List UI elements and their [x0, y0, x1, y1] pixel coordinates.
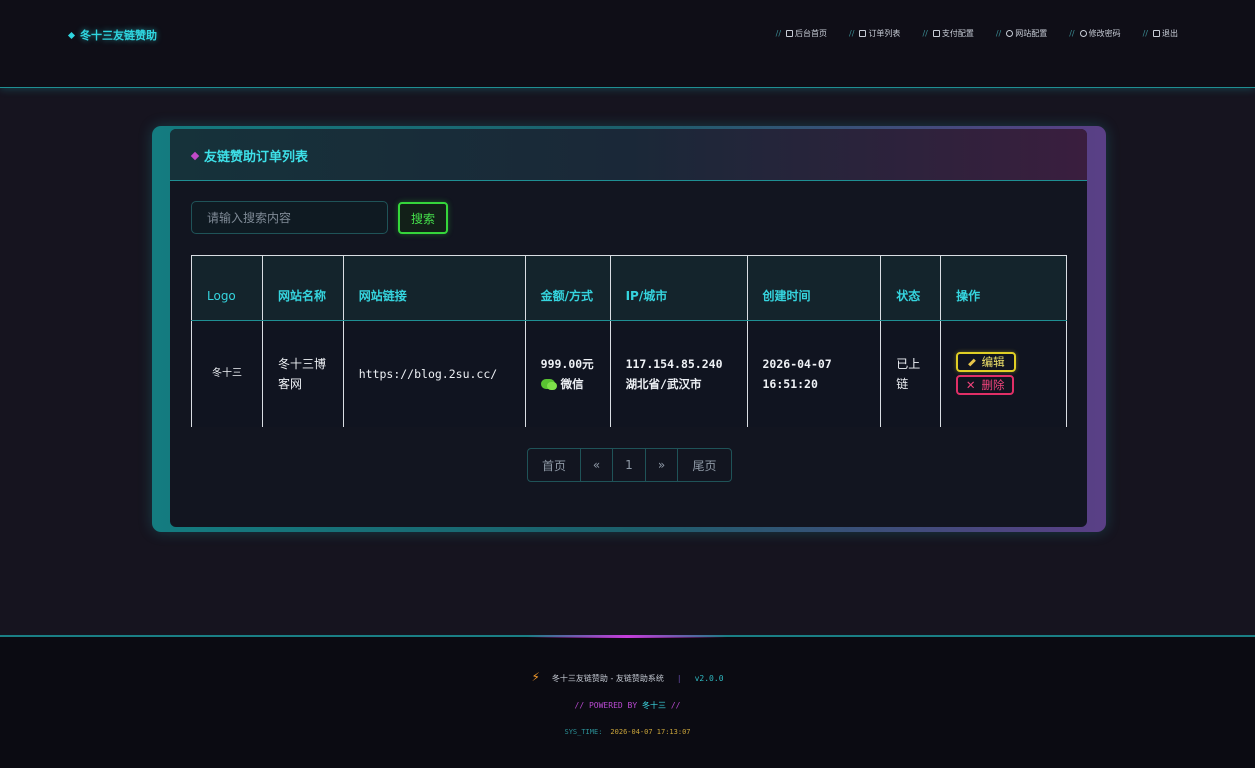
- col-ip-city[interactable]: IP/城市: [609, 255, 748, 321]
- nav-item-payment[interactable]: // 支付配置: [922, 28, 973, 39]
- edit-button[interactable]: 编辑: [956, 352, 1017, 373]
- card-icon: [932, 30, 940, 37]
- card-header: 友链赞助订单列表: [170, 129, 1087, 181]
- col-created[interactable]: 创建时间: [746, 255, 882, 321]
- orders-table: Logo 网站名称 网站链接 金额/方式 IP/城市 创建时间 状态 操作 冬十…: [191, 255, 1067, 427]
- sys-time: SYS_TIME: 2026-04-07 17:13:07: [564, 728, 691, 736]
- nav-item-home[interactable]: // 后台首页: [776, 28, 827, 39]
- search-button[interactable]: 搜索: [398, 202, 448, 234]
- nav-item-logout[interactable]: // 退出: [1143, 28, 1178, 39]
- pagination: 首页 « 1 » 尾页: [527, 448, 732, 482]
- page-current[interactable]: 1: [613, 449, 646, 481]
- main-nav: // 后台首页 // 订单列表 // 支付配置 // 网站配置 // 修改密码 …: [776, 28, 1178, 39]
- table-row: 冬十三 冬十三博客网 https://blog.2su.cc/ 999.00元 …: [191, 320, 1067, 427]
- col-actions: 操作: [940, 255, 1067, 321]
- search-input[interactable]: [191, 201, 388, 234]
- list-icon: [859, 30, 867, 37]
- amount-cell: 999.00元 微信: [524, 320, 611, 427]
- footer-glow: [527, 635, 727, 638]
- diamond-icon: [67, 31, 76, 39]
- author-link[interactable]: 冬十三: [642, 701, 666, 710]
- col-amount[interactable]: 金额/方式: [524, 255, 611, 321]
- ip-city-cell: 117.154.85.240 湖北省/武汉市: [609, 320, 748, 427]
- diamond-icon: [190, 151, 200, 160]
- site-link[interactable]: https://blog.2su.cc/: [342, 320, 526, 427]
- site-logo[interactable]: 冬十三: [191, 320, 263, 427]
- home-icon: [786, 30, 794, 37]
- orders-card: 友链赞助订单列表 搜索 Logo 网站名称 网站链接 金额/方式 IP/城市 创…: [170, 129, 1087, 527]
- site-name: 冬十三博客网: [261, 320, 344, 427]
- status-badge: 已上链: [880, 320, 942, 427]
- logout-icon: [1153, 30, 1160, 37]
- table-header-row: Logo 网站名称 网站链接 金额/方式 IP/城市 创建时间 状态 操作: [191, 255, 1067, 321]
- col-logo[interactable]: Logo: [191, 255, 263, 321]
- version: v2.0.0: [694, 674, 724, 683]
- delete-button[interactable]: ✕ 删除: [956, 375, 1015, 396]
- created-cell: 2026-04-07 16:51:20: [746, 320, 882, 427]
- nav-item-password[interactable]: // 修改密码: [1069, 28, 1120, 39]
- powered-by: // POWERED BY 冬十三 //: [574, 701, 681, 710]
- bolt-icon: ⚡: [531, 670, 540, 684]
- globe-icon: [1006, 30, 1014, 37]
- created-date: 2026-04-07: [762, 356, 832, 371]
- brand[interactable]: 冬十三友链赞助: [67, 27, 157, 43]
- page-prev[interactable]: «: [581, 449, 613, 481]
- edit-icon: [1079, 30, 1087, 37]
- amount-value: 999.00元: [540, 356, 594, 371]
- ip-address: 117.154.85.240: [625, 356, 723, 371]
- brand-title: 冬十三友链赞助: [80, 29, 157, 42]
- city: 湖北省/武汉市: [625, 376, 702, 391]
- page-first[interactable]: 首页: [528, 449, 581, 481]
- wechat-icon: [540, 379, 557, 391]
- col-site-link[interactable]: 网站链接: [342, 255, 526, 321]
- close-icon: ✕: [965, 378, 976, 393]
- nav-item-site[interactable]: // 网站配置: [996, 28, 1047, 39]
- footer: ⚡ 冬十三友链赞助 - 友链赞助系统 | v2.0.0 // POWERED BY 冬…: [0, 635, 1255, 768]
- card-title: 友链赞助订单列表: [190, 146, 308, 165]
- nav-item-orders[interactable]: // 订单列表: [849, 28, 900, 39]
- top-navbar: 冬十三友链赞助 // 后台首页 // 订单列表 // 支付配置 // 网站配置 …: [0, 0, 1255, 88]
- actions-cell: 编辑 ✕ 删除: [940, 320, 1067, 427]
- col-site-name[interactable]: 网站名称: [261, 255, 344, 321]
- footer-title-line: ⚡ 冬十三友链赞助 - 友链赞助系统 | v2.0.0: [531, 670, 724, 684]
- pay-method: 微信: [540, 374, 595, 394]
- page-last[interactable]: 尾页: [678, 449, 731, 481]
- page-next[interactable]: »: [646, 449, 678, 481]
- col-status[interactable]: 状态: [880, 255, 942, 321]
- created-time: 16:51:20: [762, 376, 818, 391]
- pencil-icon: [967, 358, 976, 367]
